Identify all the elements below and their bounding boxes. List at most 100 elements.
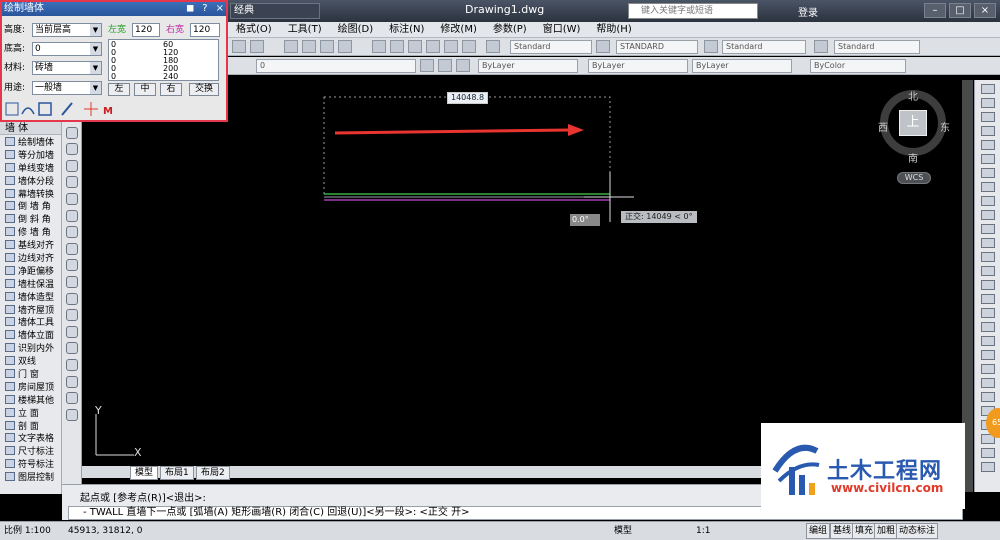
material-select[interactable]: 砖墙 ▼ bbox=[32, 61, 102, 75]
offset-icon[interactable] bbox=[980, 126, 995, 136]
group-toggle[interactable]: 编组 bbox=[806, 523, 831, 539]
extend-icon[interactable] bbox=[980, 224, 995, 234]
left-width-input[interactable]: 120 bbox=[132, 23, 160, 37]
draw-order-icon[interactable] bbox=[980, 308, 995, 318]
sidebar-item[interactable]: 图层控制 bbox=[0, 470, 61, 483]
sidebar-item[interactable]: 墙体工具 bbox=[0, 315, 61, 328]
sidebar-item[interactable]: 房间屋顶 bbox=[0, 380, 61, 393]
list-icon[interactable] bbox=[980, 350, 995, 360]
sidebar-item[interactable]: 倒 墙 角 bbox=[0, 199, 61, 212]
sidebar-item[interactable]: 幕墙转换 bbox=[0, 187, 61, 200]
table-icon[interactable] bbox=[65, 375, 78, 388]
match-icon[interactable] bbox=[980, 336, 995, 346]
sidebar-item[interactable]: 边线对齐 bbox=[0, 251, 61, 264]
scale-icon[interactable] bbox=[980, 182, 995, 192]
rectangle-icon[interactable] bbox=[65, 159, 78, 172]
model-toggle[interactable]: 模型 bbox=[614, 522, 632, 540]
bold-toggle[interactable]: 加粗 bbox=[874, 523, 899, 539]
sidebar-item[interactable]: 基线对齐 bbox=[0, 238, 61, 251]
sidebar-item[interactable]: 剖 面 bbox=[0, 419, 61, 432]
layer-icon[interactable] bbox=[980, 322, 995, 332]
sidebar-item[interactable]: 墙柱保温 bbox=[0, 277, 61, 290]
width-list[interactable]: 0 60 0 120 0 180 0 200 0 240 bbox=[108, 39, 219, 81]
compass-south[interactable]: 南 bbox=[908, 150, 918, 165]
array-icon[interactable] bbox=[980, 140, 995, 150]
right-width-input[interactable]: 120 bbox=[190, 23, 220, 37]
straight-wall-icon[interactable] bbox=[5, 102, 19, 116]
sidebar-item[interactable]: 净距偏移 bbox=[0, 264, 61, 277]
ellipse-icon[interactable] bbox=[65, 242, 78, 255]
make-block-icon[interactable] bbox=[65, 292, 78, 305]
mtext-icon[interactable] bbox=[65, 392, 78, 405]
usage-select[interactable]: 一般墙 ▼ bbox=[32, 81, 102, 95]
arc-wall-icon[interactable] bbox=[21, 107, 35, 115]
sidebar-item[interactable]: 文字表格 bbox=[0, 431, 61, 444]
measure-icon[interactable] bbox=[980, 364, 995, 374]
rect-wall-icon[interactable] bbox=[38, 102, 52, 116]
sidebar-item[interactable]: 立 面 bbox=[0, 406, 61, 419]
sidebar-item[interactable]: 等分加墙 bbox=[0, 148, 61, 161]
viewcube-top[interactable]: 上 bbox=[899, 110, 927, 136]
insert-block-icon[interactable] bbox=[65, 275, 78, 288]
left-align-button[interactable]: 左 bbox=[108, 83, 130, 96]
sidebar-item[interactable]: 单线变墙 bbox=[0, 161, 61, 174]
bottom-select[interactable]: 0 ▼ bbox=[32, 42, 102, 56]
height-select[interactable]: 当前层高 ▼ bbox=[32, 23, 102, 37]
sidebar-item[interactable]: 倒 斜 角 bbox=[0, 212, 61, 225]
trim-icon[interactable] bbox=[980, 210, 995, 220]
sidebar-item[interactable]: 楼梯其他 bbox=[0, 393, 61, 406]
gradient-icon[interactable] bbox=[65, 342, 78, 355]
erase-icon[interactable] bbox=[980, 84, 995, 94]
stretch-icon[interactable] bbox=[980, 196, 995, 206]
compass-north[interactable]: 北 bbox=[908, 88, 918, 103]
wcs-menu[interactable]: WCS bbox=[897, 172, 931, 184]
dialog-help-icon[interactable]: ? bbox=[202, 2, 207, 16]
dialog-pin-icon[interactable]: ◼ bbox=[186, 2, 194, 16]
sidebar-item[interactable]: 修 墙 角 bbox=[0, 225, 61, 238]
dynamic-dim-toggle[interactable]: 动态标注 bbox=[896, 523, 939, 539]
list-item[interactable]: 0 240 bbox=[111, 73, 216, 81]
move-icon[interactable] bbox=[980, 154, 995, 164]
break-icon[interactable] bbox=[980, 238, 995, 248]
purge-icon[interactable] bbox=[980, 462, 995, 472]
sidebar-header[interactable]: 墙 体 bbox=[0, 122, 61, 135]
compass-west[interactable]: 西 bbox=[878, 119, 888, 134]
mirror-icon[interactable] bbox=[980, 112, 995, 122]
copy-icon[interactable] bbox=[980, 98, 995, 108]
sidebar-item[interactable]: 墙体造型 bbox=[0, 290, 61, 303]
sidebar-item[interactable]: 墙齐屋顶 bbox=[0, 303, 61, 316]
m-mode-icon[interactable]: M bbox=[103, 106, 113, 117]
baseline-toggle[interactable]: 基线 bbox=[830, 523, 855, 539]
right-align-button[interactable]: 右 bbox=[160, 83, 182, 96]
compass-east[interactable]: 东 bbox=[940, 119, 950, 134]
polygon-icon[interactable] bbox=[65, 143, 78, 156]
add-selected-icon[interactable] bbox=[65, 408, 78, 421]
line-icon[interactable] bbox=[65, 126, 78, 139]
sidebar-item[interactable]: 墙体分段 bbox=[0, 174, 61, 187]
sidebar-item[interactable]: 识别内外 bbox=[0, 341, 61, 354]
circle-icon[interactable] bbox=[65, 192, 78, 205]
center-align-button[interactable]: 中 bbox=[134, 83, 156, 96]
tab-model[interactable]: 模型 bbox=[130, 466, 159, 480]
join-icon[interactable] bbox=[980, 252, 995, 262]
explode-icon[interactable] bbox=[980, 294, 995, 304]
dialog-close-icon[interactable]: × bbox=[216, 2, 224, 16]
rotate-icon[interactable] bbox=[980, 168, 995, 178]
dimension-input[interactable]: 14048.8 bbox=[447, 92, 489, 104]
chamfer-icon[interactable] bbox=[980, 266, 995, 276]
scale-readout[interactable]: 比例 1:100 bbox=[4, 522, 51, 540]
tab-layout2[interactable]: 布局2 bbox=[196, 466, 230, 480]
region-icon[interactable] bbox=[65, 358, 78, 371]
ellipse-arc-icon[interactable] bbox=[65, 259, 78, 272]
spline-icon[interactable] bbox=[65, 226, 78, 239]
fill-toggle[interactable]: 填充 bbox=[852, 523, 877, 539]
angle-input[interactable]: 0.0° bbox=[570, 214, 600, 226]
sidebar-item[interactable]: 双线 bbox=[0, 354, 61, 367]
tab-layout1[interactable]: 布局1 bbox=[160, 466, 194, 480]
group-icon[interactable] bbox=[980, 392, 995, 402]
revcloud-icon[interactable] bbox=[65, 209, 78, 222]
point-icon[interactable] bbox=[65, 309, 78, 322]
arc-icon[interactable] bbox=[65, 176, 78, 189]
hatch-icon[interactable] bbox=[65, 325, 78, 338]
sidebar-item[interactable]: 门 窗 bbox=[0, 367, 61, 380]
